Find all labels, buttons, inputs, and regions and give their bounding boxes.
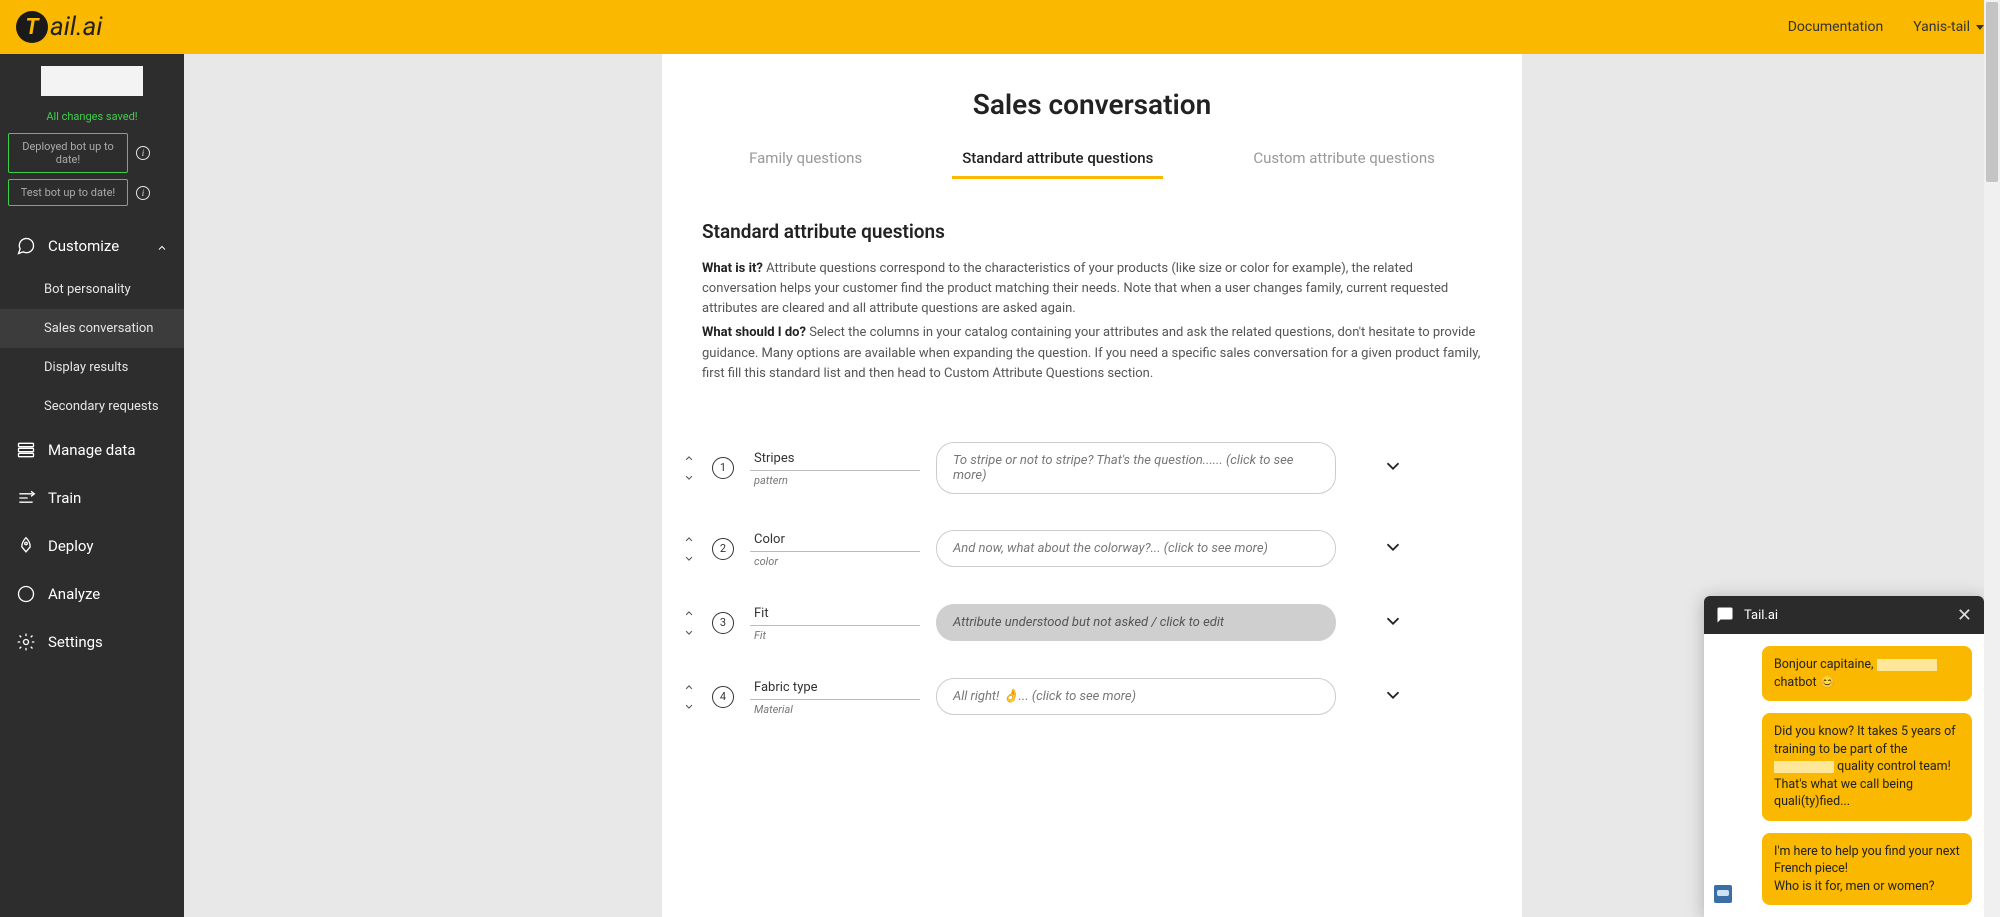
train-icon bbox=[16, 488, 36, 508]
chat-icon bbox=[1716, 606, 1734, 624]
info-icon[interactable] bbox=[136, 186, 150, 200]
question-label-col: FitFit bbox=[750, 604, 920, 642]
chevron-down-icon bbox=[1976, 25, 1984, 30]
drag-handle[interactable] bbox=[682, 454, 696, 482]
logo-text: ail.ai bbox=[50, 12, 103, 42]
nav-sales-conversation[interactable]: Sales conversation bbox=[0, 309, 184, 348]
question-prompt-input[interactable]: To stripe or not to stripe? That's the q… bbox=[936, 442, 1336, 494]
section-title: Standard attribute questions bbox=[702, 220, 1482, 243]
nav-manage-data-label: Manage data bbox=[48, 441, 135, 459]
database-icon bbox=[16, 440, 36, 460]
info-icon[interactable] bbox=[136, 146, 150, 160]
documentation-link[interactable]: Documentation bbox=[1788, 19, 1884, 35]
question-row: 4 Fabric typeMaterial All right! 👌... (cli… bbox=[682, 660, 1502, 734]
chat-close-button[interactable]: ✕ bbox=[1957, 605, 1972, 626]
top-header: Tail.ai Documentation Yanis-tail bbox=[0, 0, 2000, 54]
rocket-icon bbox=[16, 536, 36, 556]
question-row: 2 Colorcolor And now, what about the color… bbox=[682, 512, 1502, 586]
question-label[interactable]: Fabric type bbox=[750, 678, 920, 700]
what-is-it-text: What is it? Attribute questions correspo… bbox=[702, 259, 1482, 319]
page-title: Sales conversation bbox=[662, 88, 1522, 121]
analyze-icon bbox=[16, 584, 36, 604]
question-label-col: Fabric typeMaterial bbox=[750, 678, 920, 716]
question-sublabel: Material bbox=[750, 700, 920, 716]
nav-deploy-label: Deploy bbox=[48, 537, 93, 555]
redacted-text bbox=[1774, 761, 1834, 773]
chat-header[interactable]: Tail.ai ✕ bbox=[1704, 596, 1984, 634]
question-number: 2 bbox=[712, 538, 734, 560]
question-number: 4 bbox=[712, 686, 734, 708]
chat-message: Did you know? It takes 5 years of traini… bbox=[1762, 713, 1972, 821]
user-menu[interactable]: Yanis-tail bbox=[1913, 19, 1984, 35]
question-sublabel: pattern bbox=[750, 471, 920, 487]
redacted-text bbox=[1877, 659, 1937, 671]
expand-button[interactable] bbox=[1382, 455, 1404, 481]
nav-customize-label: Customize bbox=[48, 237, 119, 255]
expand-button[interactable] bbox=[1382, 536, 1404, 562]
tab-family-questions[interactable]: Family questions bbox=[749, 149, 862, 179]
chat-message: Bonjour capitaine, chatbot 😊 bbox=[1762, 646, 1972, 701]
scrollbar[interactable] bbox=[1984, 0, 2000, 917]
test-status-badge: Test bot up to date! bbox=[8, 179, 128, 206]
question-sublabel: color bbox=[750, 552, 920, 568]
expand-button[interactable] bbox=[1382, 610, 1404, 636]
nav-train-label: Train bbox=[48, 489, 81, 507]
save-status: All changes saved! bbox=[0, 110, 184, 123]
drag-handle[interactable] bbox=[682, 683, 696, 711]
question-prompt-input[interactable]: And now, what about the colorway?... (cl… bbox=[936, 530, 1336, 567]
nav-display-results[interactable]: Display results bbox=[0, 348, 184, 387]
tab-standard-attribute-questions[interactable]: Standard attribute questions bbox=[962, 149, 1153, 179]
chat-message: I'm here to help you find your next Fren… bbox=[1762, 833, 1972, 906]
question-prompt-input[interactable]: All right! 👌... (click to see more) bbox=[936, 678, 1336, 715]
bot-avatar-icon bbox=[1714, 885, 1732, 903]
nav-customize[interactable]: Customize bbox=[0, 222, 184, 270]
question-label-col: Colorcolor bbox=[750, 530, 920, 568]
chevron-up-icon bbox=[156, 240, 168, 252]
question-number: 1 bbox=[712, 457, 734, 479]
logo-mark: T bbox=[16, 11, 48, 43]
user-name: Yanis-tail bbox=[1913, 19, 1970, 35]
brand-logo-placeholder bbox=[41, 66, 143, 96]
what-should-i-do-text: What should I do? Select the columns in … bbox=[702, 323, 1482, 383]
question-label[interactable]: Stripes bbox=[750, 449, 920, 471]
chat-title: Tail.ai bbox=[1744, 608, 1947, 623]
deployed-status-badge: Deployed bot up to date! bbox=[8, 133, 128, 173]
section-intro: Standard attribute questions What is it?… bbox=[662, 220, 1522, 384]
drag-handle[interactable] bbox=[682, 535, 696, 563]
nav-analyze-label: Analyze bbox=[48, 585, 100, 603]
nav-train[interactable]: Train bbox=[0, 474, 184, 522]
gear-icon bbox=[16, 632, 36, 652]
nav-analyze[interactable]: Analyze bbox=[0, 570, 184, 618]
question-row: 1 Stripespattern To stripe or not to strip… bbox=[682, 424, 1502, 512]
drag-handle[interactable] bbox=[682, 609, 696, 637]
expand-button[interactable] bbox=[1382, 684, 1404, 710]
logo[interactable]: Tail.ai bbox=[16, 11, 103, 43]
chat-widget: Tail.ai ✕ Bonjour capitaine, chatbot 😊 D… bbox=[1704, 596, 1984, 917]
nav-settings[interactable]: Settings bbox=[0, 618, 184, 666]
question-sublabel: Fit bbox=[750, 626, 920, 642]
header-right: Documentation Yanis-tail bbox=[1788, 19, 1984, 35]
question-prompt-input[interactable]: Attribute understood but not asked / cli… bbox=[936, 604, 1336, 641]
chat-bubble-icon bbox=[16, 236, 36, 256]
nav-deploy[interactable]: Deploy bbox=[0, 522, 184, 570]
nav-secondary-requests[interactable]: Secondary requests bbox=[0, 387, 184, 426]
nav-settings-label: Settings bbox=[48, 633, 103, 651]
question-number: 3 bbox=[712, 612, 734, 634]
nav-bot-personality[interactable]: Bot personality bbox=[0, 270, 184, 309]
question-label[interactable]: Color bbox=[750, 530, 920, 552]
nav-manage-data[interactable]: Manage data bbox=[0, 426, 184, 474]
questions-list: 1 Stripespattern To stripe or not to strip… bbox=[662, 424, 1522, 734]
main-panel: Sales conversation Family questions Stan… bbox=[662, 54, 1522, 917]
question-label-col: Stripespattern bbox=[750, 449, 920, 487]
tabs: Family questions Standard attribute ques… bbox=[662, 149, 1522, 180]
question-label[interactable]: Fit bbox=[750, 604, 920, 626]
scrollbar-thumb[interactable] bbox=[1986, 2, 1998, 182]
sidebar: All changes saved! Deployed bot up to da… bbox=[0, 54, 184, 917]
chat-body[interactable]: Bonjour capitaine, chatbot 😊 Did you kno… bbox=[1704, 634, 1984, 917]
question-row: 3 FitFit Attribute understood but not aske… bbox=[682, 586, 1502, 660]
tab-custom-attribute-questions[interactable]: Custom attribute questions bbox=[1253, 149, 1435, 179]
